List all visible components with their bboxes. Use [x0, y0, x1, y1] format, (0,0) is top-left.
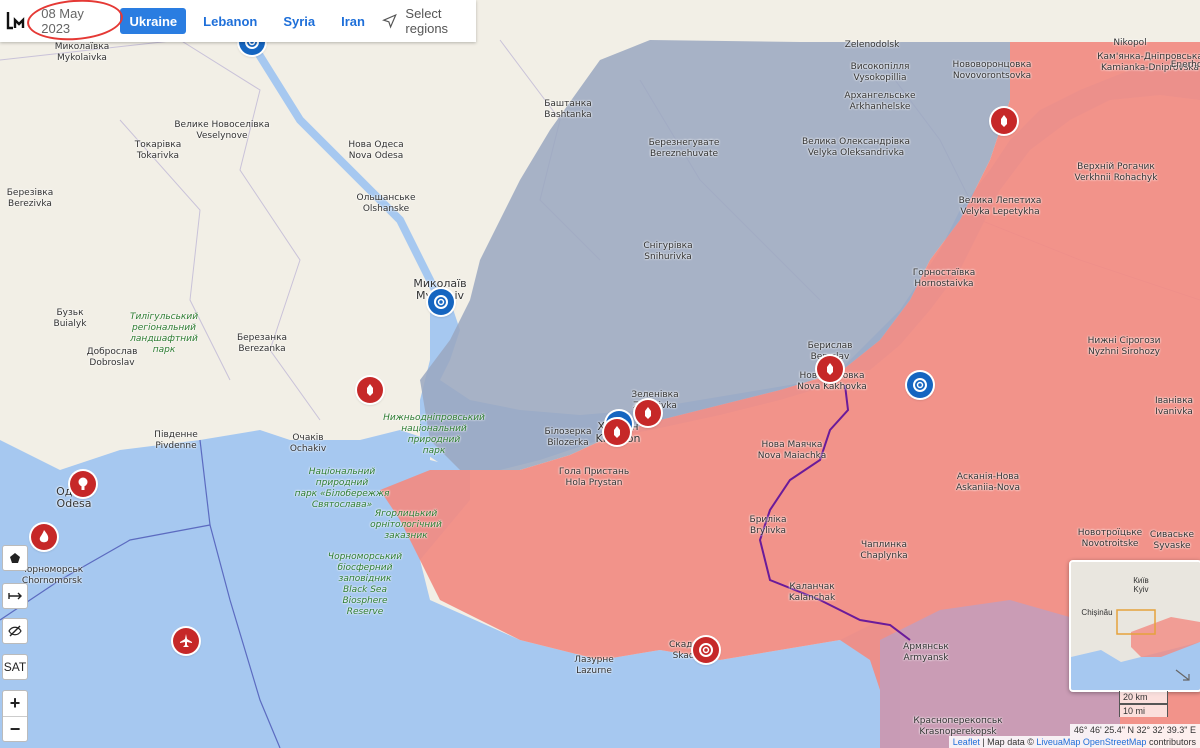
draw-polygon-button[interactable] [2, 545, 28, 571]
top-bar: 08 May 2023 Ukraine Lebanon Syria Iran S… [0, 0, 476, 44]
place-syvaske: Сиваське Syvaske [1149, 530, 1195, 551]
zoom-control: + − [2, 690, 28, 742]
place-veselynove: Велике Новоселівка Veselynove [174, 120, 270, 141]
place-brylivka: Бриліка Brylivka [749, 515, 787, 536]
place-zelenodolsk: Zelenodolsk [844, 40, 900, 50]
bomb-icon [614, 426, 620, 438]
leaflet-link[interactable]: Leaflet [953, 737, 980, 747]
place-tokarivka: Токарівка Tokarivka [134, 140, 182, 161]
place-nova-maiachka: Нова Маячка Nova Maiachka [757, 440, 827, 461]
place-novovorontsovka: Нововоронцовка Novovorontsovka [952, 60, 1032, 81]
park-biloberezhzhia: Національний природний парк «Білобережжя Св… [294, 467, 390, 510]
pentagon-icon [10, 553, 20, 563]
explosion-marker[interactable] [991, 108, 1017, 134]
explosion-marker[interactable] [635, 400, 661, 426]
attribution: Leaflet | Map data © LiveuaMap OpenStree… [948, 736, 1200, 748]
logo-icon [6, 12, 24, 30]
place-mykolaivka: Миколаївка Mykolaivka [54, 42, 110, 63]
place-snihurivka: Снігурівка Snihurivka [643, 241, 693, 262]
zoom-in-button[interactable]: + [3, 691, 27, 717]
bomb-icon [1001, 115, 1007, 127]
place-pivdenne: Південне Pivdenne [154, 430, 198, 451]
airstrike-marker[interactable] [173, 628, 199, 654]
tab-iran[interactable]: Iran [332, 8, 374, 34]
place-lazurne: Лазурне Lazurne [574, 655, 614, 676]
park-yahorlytskyi: Ягорлицький орнітологічний заказник [370, 509, 442, 541]
place-velyka-lepetykha: Велика Лепетиха Velyka Lepetykha [958, 196, 1042, 217]
eye-slash-icon [8, 625, 22, 637]
lifebuoy-icon [913, 378, 927, 392]
place-novotroitske: Новотроїцьке Novotroitske [1077, 528, 1143, 549]
place-berezanka: Березанка Berezanka [236, 333, 288, 354]
place-ivanivka: Іванівка Ivanivka [1154, 396, 1194, 417]
measure-button[interactable] [2, 583, 28, 609]
place-berezivka: Березівка Berezivka [6, 188, 54, 209]
mushroom-cloud-icon [78, 477, 88, 490]
place-hola-prystan: Гола Пристань Hola Prystan [558, 467, 630, 488]
jet-icon [180, 634, 192, 647]
explosion-marker[interactable] [357, 377, 383, 403]
hide-layers-button[interactable] [2, 618, 28, 644]
date-selector[interactable]: 08 May 2023 [25, 0, 125, 44]
place-verkhnii-rohachyk: Верхній Рогачик Verkhnii Rohachyk [1074, 162, 1158, 183]
place-olshanske: Ольшанське Olshanske [356, 193, 416, 214]
place-vysokopillia: Високопілля Vysokopillia [850, 62, 910, 83]
place-enerhodar: Enerhodar [1170, 60, 1200, 70]
place-bashtanka: Баштанка Bashtanka [544, 99, 592, 120]
place-nova-odesa: Нова Одеса Nova Odesa [348, 140, 404, 161]
place-bilozerka: Білозерка Bilozerka [544, 427, 592, 448]
lifebuoy-icon [699, 643, 713, 657]
lifebuoy-icon [434, 295, 448, 309]
place-arkhanhelske: Архангельське Arkhanhelske [844, 91, 916, 112]
explosion-cloud-marker[interactable] [70, 471, 96, 497]
place-velyka-oleksandrivka: Велика Олександрівка Velyka Oleksandrivka [802, 137, 910, 158]
fire-icon [39, 530, 49, 543]
scale-km: 20 km [1119, 691, 1168, 704]
measure-icon [8, 592, 22, 600]
place-krasnoperekopsk: Красноперекопськ Krasnoperekopsk [913, 716, 1003, 737]
scale-bar: 20 km 10 mi [1119, 691, 1168, 717]
satellite-toggle[interactable]: SAT [2, 654, 28, 680]
place-askaniia-nova: Асканія-Нова Askaniia-Nova [956, 472, 1020, 493]
scale-mi: 10 mi [1119, 704, 1168, 717]
navigation-arrow-icon [382, 13, 397, 29]
place-kalanchak: Каланчак Kalanchak [788, 582, 836, 603]
bomb-icon [827, 363, 833, 375]
bomb-icon [645, 407, 651, 419]
place-hornostaivka: Горностаївка Hornostaivka [912, 268, 976, 289]
place-chaplynka: Чаплинка Chaplynka [860, 540, 908, 561]
place-nikopol: Nikopol [1113, 38, 1147, 48]
zoom-out-button[interactable]: − [3, 717, 27, 742]
select-regions-button[interactable]: Select regions [382, 6, 476, 36]
explosion-marker[interactable] [817, 356, 843, 382]
place-armyansk: Армянськ Armyansk [903, 642, 949, 663]
ru-military-marker[interactable] [693, 637, 719, 663]
date-highlight-circle [25, 0, 125, 44]
place-nyzhni-sirohozy: Нижні Сірогози Nyzhni Sirohozy [1087, 336, 1161, 357]
park-tylihulskyi: Тилігульський регіональний ландшафтний парк [129, 312, 199, 355]
ua-military-marker[interactable] [907, 372, 933, 398]
explosion-marker[interactable] [604, 419, 630, 445]
liveuamap-link[interactable]: LiveuaMap [1036, 737, 1080, 747]
place-bereznehuvate: Березнегувате Bereznehuvate [648, 138, 720, 159]
place-ochakiv: Очаків Ochakiv [289, 433, 327, 454]
tab-syria[interactable]: Syria [274, 8, 324, 34]
place-buialyk: Бузьк Buialyk [53, 308, 87, 329]
coordinates-readout: 46° 46' 25.4" N 32° 32' 39.3" E [1069, 724, 1200, 736]
minimap[interactable]: Київ Kyiv Chișinău [1069, 560, 1200, 692]
fire-marker[interactable] [31, 524, 57, 550]
osm-link[interactable]: OpenStreetMap [1083, 737, 1147, 747]
select-regions-label: Select regions [405, 6, 449, 36]
tab-ukraine[interactable]: Ukraine [120, 8, 187, 34]
park-nyzhnodniprovskyi: Нижньодніпровський національний природний п… [383, 413, 485, 456]
bomb-icon [367, 384, 373, 396]
ua-military-marker[interactable] [428, 289, 454, 315]
park-black-sea-reserve: Чорноморський біосферний заповідник Black S… [327, 552, 403, 617]
tab-lebanon[interactable]: Lebanon [194, 8, 266, 34]
place-chornomorsk: Чорноморськ Chornomorsk [20, 565, 84, 586]
minimap-kyiv: Київ Kyiv [1133, 576, 1149, 594]
minimap-chisinau: Chișinău [1081, 608, 1113, 617]
